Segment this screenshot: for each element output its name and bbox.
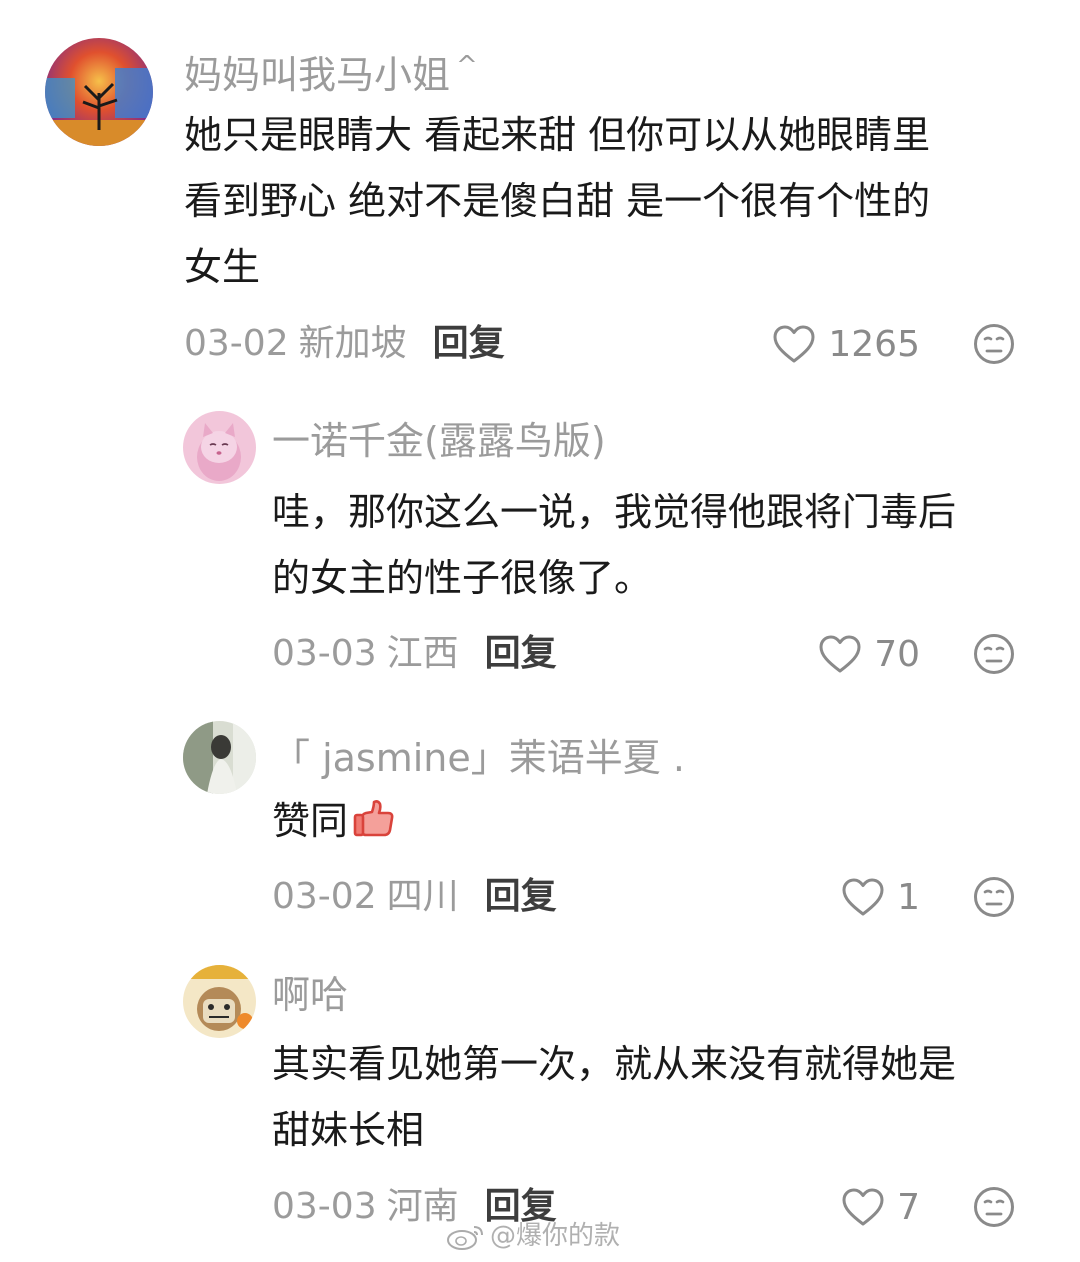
- like-button[interactable]: 1: [841, 875, 920, 919]
- dislike-face-icon: [973, 876, 1015, 918]
- comment-username[interactable]: 妈妈叫我马小姐 ^: [184, 43, 478, 98]
- heart-icon: [818, 634, 862, 674]
- comment-line: 她只是眼睛大 看起来甜 但你可以从她眼睛里: [184, 113, 931, 157]
- comment-content: 哇，那你这么一说，我觉得他跟将门毒后 的女主的性子很像了。: [272, 479, 956, 611]
- comment-line: 女生: [184, 245, 261, 289]
- like-count: 7: [897, 1186, 920, 1228]
- avatar[interactable]: [45, 38, 153, 146]
- like-count: 70: [874, 633, 920, 675]
- dislike-face-icon: [973, 1186, 1015, 1228]
- dislike-button[interactable]: [973, 1186, 1015, 1228]
- comment-line: 甜妹长相: [272, 1108, 425, 1152]
- comment-line: 赞同: [272, 788, 396, 854]
- expand-caret: ^: [456, 51, 478, 81]
- comment-date: 03-03: [272, 1186, 377, 1227]
- like-button[interactable]: 1265: [772, 322, 920, 366]
- reply-button[interactable]: 回复: [485, 876, 557, 917]
- comment-text: 赞同: [272, 799, 349, 843]
- comment-location: 四川: [386, 876, 459, 917]
- like-button[interactable]: 7: [841, 1185, 920, 1229]
- avatar[interactable]: [183, 965, 256, 1038]
- avatar[interactable]: [183, 721, 256, 794]
- comment-content: 其实看见她第一次，就从来没有就得她是 甜妹长相: [272, 1031, 956, 1163]
- like-button[interactable]: 70: [818, 632, 920, 676]
- comment-location: 江西: [386, 633, 459, 674]
- comment-location: 新加坡: [298, 323, 407, 364]
- dislike-button[interactable]: [973, 633, 1015, 675]
- watermark-text: @爆你的款: [490, 1221, 621, 1251]
- dislike-face-icon: [973, 323, 1015, 365]
- heart-icon: [841, 1187, 885, 1227]
- like-count: 1265: [828, 323, 920, 365]
- username-text[interactable]: 妈妈叫我马小姐: [184, 53, 450, 97]
- dislike-button[interactable]: [973, 876, 1015, 918]
- reply-button[interactable]: 回复: [485, 633, 557, 674]
- heart-icon: [841, 877, 885, 917]
- comment-content: 赞同: [272, 788, 396, 854]
- watermark: @爆你的款: [446, 1220, 620, 1252]
- comment-meta: 03-02 四川 回复: [272, 875, 557, 919]
- comment-meta: 03-02 新加坡 回复: [184, 322, 505, 366]
- comment-username[interactable]: 啊哈: [272, 972, 348, 1018]
- avatar[interactable]: [183, 411, 256, 484]
- comment-date: 03-02: [184, 323, 289, 364]
- comment-username[interactable]: 「 jasmine」茉语半夏 .: [272, 735, 685, 781]
- comment-line: 其实看见她第一次，就从来没有就得她是: [272, 1042, 957, 1086]
- thumbs-up-emoji: [352, 792, 396, 837]
- comment-line: 哇，那你这么一说，我觉得他跟将门毒后: [272, 490, 957, 534]
- dislike-face-icon: [973, 633, 1015, 675]
- weibo-logo-icon: [447, 1226, 483, 1250]
- comment-username[interactable]: 一诺千金(露露鸟版): [272, 418, 606, 464]
- comment-line: 看到野心 绝对不是傻白甜 是一个很有个性的: [184, 179, 931, 223]
- like-count: 1: [897, 876, 920, 918]
- comment-meta: 03-03 江西 回复: [272, 632, 557, 676]
- comment-content: 她只是眼睛大 看起来甜 但你可以从她眼睛里 看到野心 绝对不是傻白甜 是一个很有…: [184, 102, 930, 300]
- dislike-button[interactable]: [973, 323, 1015, 365]
- comment-line: 的女主的性子很像了。: [272, 556, 653, 600]
- heart-icon: [772, 324, 816, 364]
- comment-date: 03-02: [272, 876, 377, 917]
- comment-date: 03-03: [272, 633, 377, 674]
- reply-button[interactable]: 回复: [433, 323, 505, 364]
